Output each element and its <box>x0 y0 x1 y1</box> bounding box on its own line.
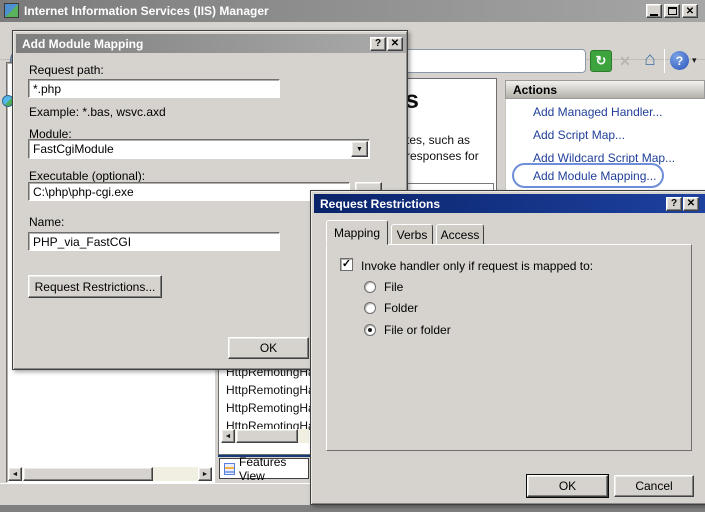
executable-label: Executable (optional): <box>29 169 146 183</box>
radio-folder-label: Folder <box>384 301 419 315</box>
minimize-button[interactable] <box>646 4 662 18</box>
iis-app-icon <box>4 3 19 18</box>
dialog-titlebar: Request Restrictions <box>314 194 705 213</box>
request-path-input[interactable] <box>28 79 280 98</box>
tab-verbs[interactable]: Verbs <box>391 224 433 245</box>
name-input[interactable] <box>28 232 280 251</box>
radio-file[interactable] <box>364 281 376 293</box>
ok-button[interactable]: OK <box>228 337 309 359</box>
close-button[interactable]: ✕ <box>682 4 698 18</box>
request-path-example: Example: *.bas, wsvc.axd <box>29 105 166 119</box>
actions-header-label: Actions <box>513 82 558 97</box>
dialog-close-icon[interactable]: ✕ <box>387 37 403 51</box>
scroll-left-icon[interactable]: ◄ <box>8 467 22 481</box>
request-restrictions-button[interactable]: Request Restrictions... <box>28 275 162 298</box>
cancel-button[interactable]: Cancel <box>614 475 694 497</box>
stop-icon: ✕ <box>619 53 631 69</box>
actions-header: Actions <box>505 80 705 99</box>
help-caret-icon[interactable]: ▾ <box>692 55 697 66</box>
name-label: Name: <box>29 215 65 229</box>
add-script-map-link[interactable]: Add Script Map... <box>533 128 625 142</box>
toolbar-separator <box>664 49 665 73</box>
dialog-help-icon[interactable]: ? <box>666 197 682 211</box>
module-dropdown-value: FastCgiModule <box>33 142 114 156</box>
ok-button[interactable]: OK <box>527 475 608 497</box>
handler-list-item[interactable]: HttpRemotingHan <box>226 401 321 415</box>
dialog-help-icon[interactable]: ? <box>370 37 386 51</box>
handler-list-item[interactable]: HttpRemotingHan <box>226 383 321 397</box>
description-fragment: responses for <box>406 149 479 163</box>
window-bottom-edge <box>0 505 705 512</box>
iis-manager-window: Internet Information Services (IIS) Mana… <box>0 0 705 512</box>
scroll-left-icon[interactable]: ◄ <box>221 429 235 443</box>
dialog-title: Add Module Mapping <box>22 36 144 51</box>
radio-folder[interactable] <box>364 302 376 314</box>
module-dropdown[interactable]: FastCgiModule ▼ <box>28 139 370 159</box>
handler-list-hscrollbar[interactable]: ◄ <box>221 429 309 443</box>
refresh-icon[interactable]: ↻ <box>590 50 612 72</box>
executable-input[interactable] <box>28 182 350 201</box>
tab-mapping[interactable]: Mapping <box>326 220 388 245</box>
request-restrictions-dialog: Request Restrictions ? ✕ Mapping Verbs A… <box>310 190 705 505</box>
mapping-tab-panel: ✓ Invoke handler only if request is mapp… <box>326 244 692 451</box>
features-view-label: Features View <box>239 454 287 483</box>
radio-file-or-folder[interactable] <box>364 324 376 336</box>
tab-access[interactable]: Access <box>436 224 484 245</box>
request-path-label: Request path: <box>29 63 104 77</box>
dropdown-arrow-icon[interactable]: ▼ <box>351 141 368 157</box>
scrollbar-thumb[interactable] <box>23 467 153 481</box>
add-managed-handler-link[interactable]: Add Managed Handler... <box>533 105 662 119</box>
features-view-icon <box>224 462 236 475</box>
description-fragment: tes, such as <box>406 133 471 147</box>
dialog-title: Request Restrictions <box>320 196 441 211</box>
window-title: Internet Information Services (IIS) Mana… <box>24 4 269 18</box>
radio-file-or-folder-label: File or folder <box>384 323 451 337</box>
maximize-button[interactable] <box>664 4 680 18</box>
connections-hscrollbar[interactable]: ◄ ► <box>8 467 212 481</box>
features-view-tab[interactable]: Features View <box>219 455 309 483</box>
scrollbar-thumb[interactable] <box>236 429 298 443</box>
help-icon[interactable]: ? <box>670 51 689 70</box>
home-icon[interactable]: ⌂ <box>640 49 660 71</box>
scroll-right-icon[interactable]: ► <box>198 467 212 481</box>
radio-file-label: File <box>384 280 404 294</box>
dialog-titlebar: Add Module Mapping <box>16 34 406 53</box>
invoke-handler-checkbox[interactable]: ✓ <box>340 258 353 271</box>
dialog-close-icon[interactable]: ✕ <box>683 197 699 211</box>
window-titlebar: Internet Information Services (IIS) Mana… <box>0 0 705 22</box>
annotation-circle <box>512 163 664 188</box>
invoke-handler-label: Invoke handler only if request is mapped… <box>361 259 594 273</box>
